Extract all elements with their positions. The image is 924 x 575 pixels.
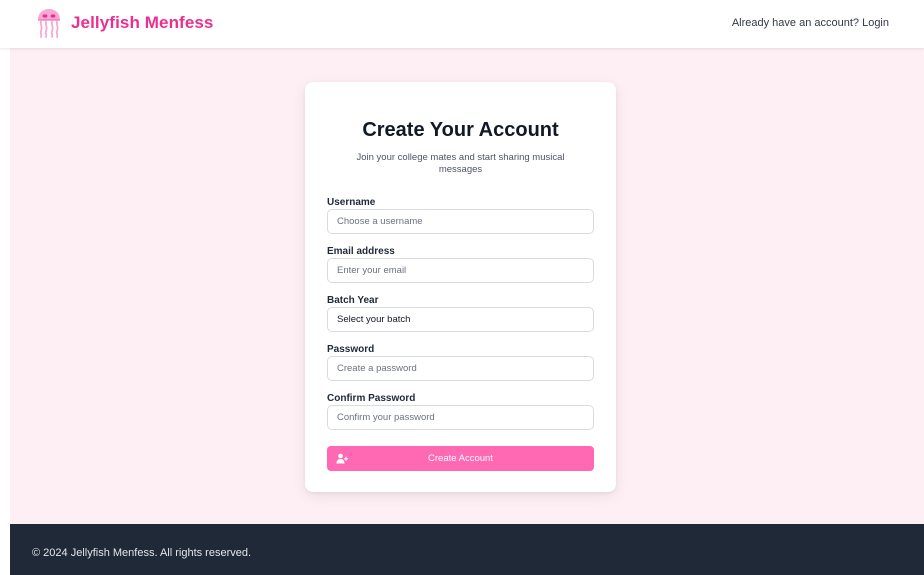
confirm-password-label: Confirm Password	[327, 393, 416, 404]
create-account-label: Create Account	[428, 453, 493, 464]
email-input[interactable]	[327, 258, 594, 283]
page-title: Create Your Account	[362, 119, 559, 141]
create-account-button[interactable]: Create Account	[327, 446, 594, 471]
brand-name: Jellyfish Menfess	[71, 13, 214, 32]
signup-card: Create Your Account Join your college ma…	[305, 82, 616, 492]
password-input[interactable]	[327, 356, 594, 381]
jellyfish-icon	[38, 9, 60, 38]
username-label: Username	[327, 197, 376, 208]
left-edge-strip	[0, 0, 10, 524]
password-label: Password	[327, 344, 375, 355]
page-subtitle: Join your college mates and start sharin…	[356, 152, 565, 175]
email-label: Email address	[327, 246, 395, 257]
page-footer: © 2024 Jellyfish Menfess. All rights res…	[10, 524, 924, 575]
login-link[interactable]: Already have an account? Login	[732, 17, 889, 29]
batch-select-value: Select your batch	[337, 314, 411, 325]
batch-label: Batch Year	[327, 295, 379, 306]
top-navbar: Jellyfish Menfess Already have an accoun…	[0, 0, 924, 48]
batch-select[interactable]: Select your batch	[327, 307, 594, 332]
user-plus-icon	[336, 453, 348, 464]
brand[interactable]: Jellyfish Menfess	[36, 8, 213, 38]
left-edge-strip-bottom	[0, 524, 10, 575]
username-input[interactable]	[327, 209, 594, 234]
footer-copyright: © 2024 Jellyfish Menfess. All rights res…	[32, 547, 252, 559]
confirm-password-input[interactable]	[327, 405, 594, 430]
main-content: Create Your Account Join your college ma…	[10, 48, 924, 524]
